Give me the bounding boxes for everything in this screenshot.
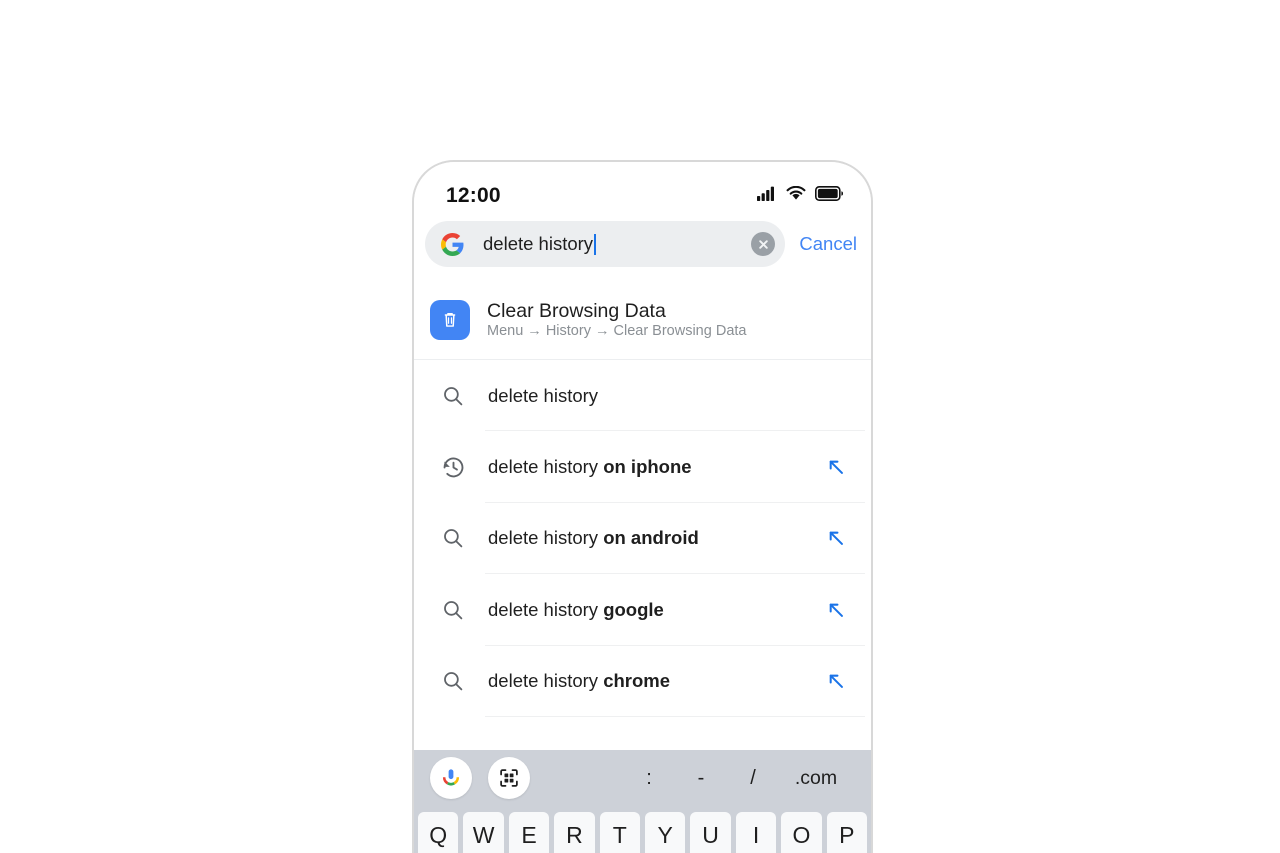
search-input[interactable]: delete history — [425, 221, 786, 267]
suggestion-text: delete history on iphone — [488, 456, 692, 478]
row-divider — [485, 715, 865, 717]
virtual-keyboard: : - / .com QWERTYUIOP — [414, 750, 871, 853]
action-text-block: Clear Browsing Data Menu → History → Cle… — [487, 300, 746, 341]
search-icon — [440, 668, 466, 694]
suggestion-row[interactable]: delete history on iphone — [414, 431, 871, 503]
suggestion-row[interactable]: delete history chrome — [414, 646, 871, 717]
suggestion-row[interactable]: delete history google — [414, 574, 871, 646]
status-bar: 12:00 — [414, 176, 871, 216]
keyboard-shortcut-hyphen[interactable]: - — [675, 767, 727, 790]
arrow-up-left-icon[interactable] — [823, 525, 849, 551]
suggestion-text: delete history — [488, 384, 599, 406]
trash-icon — [430, 300, 470, 340]
keyboard-key-w[interactable]: W — [463, 812, 504, 853]
arrow-up-left-icon[interactable] — [823, 454, 849, 480]
keyboard-shortcut-dotcom[interactable]: .com — [779, 767, 853, 790]
keyboard-key-o[interactable]: O — [781, 812, 822, 853]
suggestion-row[interactable]: delete history on android — [414, 503, 871, 575]
search-icon — [440, 383, 466, 409]
wifi-icon — [786, 185, 806, 206]
status-icons — [757, 185, 844, 206]
keyboard-key-p[interactable]: P — [826, 812, 868, 853]
search-icon — [440, 597, 466, 623]
keyboard-key-q[interactable]: Q — [417, 812, 459, 853]
keyboard-shortcuts: : - / .com — [623, 767, 853, 790]
status-time: 12:00 — [446, 184, 501, 207]
suggestion-text: delete history on android — [488, 527, 699, 549]
google-g-icon — [441, 232, 464, 256]
history-icon — [440, 454, 466, 480]
search-value-wrap: delete history — [483, 233, 745, 255]
phone-frame: 12:00 delete history Cancel Clear Browsi… — [412, 160, 873, 853]
suggestion-text: delete history google — [488, 598, 664, 620]
action-title: Clear Browsing Data — [487, 299, 666, 322]
suggestion-text: delete history chrome — [488, 670, 671, 692]
keyboard-key-i[interactable]: I — [735, 812, 777, 853]
phone-screen: 12:00 delete history Cancel Clear Browsi… — [414, 162, 871, 853]
keyboard-key-y[interactable]: Y — [645, 812, 686, 853]
google-lens-icon[interactable] — [488, 757, 530, 799]
cellular-signal-icon — [757, 186, 777, 206]
keyboard-key-u[interactable]: U — [690, 812, 731, 853]
keyboard-top-row: QWERTYUIOP — [414, 806, 871, 853]
cancel-button[interactable]: Cancel — [799, 233, 857, 255]
keyboard-shortcut-colon[interactable]: : — [623, 767, 675, 790]
google-mic-icon[interactable] — [430, 757, 472, 799]
search-icon — [440, 525, 466, 551]
clear-browsing-data-action[interactable]: Clear Browsing Data Menu → History → Cle… — [414, 286, 871, 354]
clear-icon[interactable] — [751, 232, 776, 256]
action-breadcrumb: Menu → History → Clear Browsing Data — [487, 323, 747, 340]
keyboard-key-r[interactable]: R — [554, 812, 595, 853]
arrow-up-left-icon — [823, 383, 849, 409]
arrow-up-left-icon[interactable] — [823, 597, 849, 623]
keyboard-key-e[interactable]: E — [508, 812, 550, 853]
search-value: delete history — [483, 233, 594, 254]
search-bar: delete history Cancel — [414, 220, 871, 268]
screenshot-canvas: 12:00 delete history Cancel Clear Browsi… — [0, 0, 1280, 853]
suggestion-row[interactable]: delete history — [414, 360, 871, 432]
keyboard-shortcut-slash[interactable]: / — [727, 767, 779, 790]
keyboard-toolbar: : - / .com — [414, 750, 871, 806]
keyboard-key-t[interactable]: T — [599, 812, 640, 853]
battery-icon — [815, 186, 844, 206]
text-caret — [594, 233, 597, 255]
arrow-up-left-icon[interactable] — [823, 668, 849, 694]
